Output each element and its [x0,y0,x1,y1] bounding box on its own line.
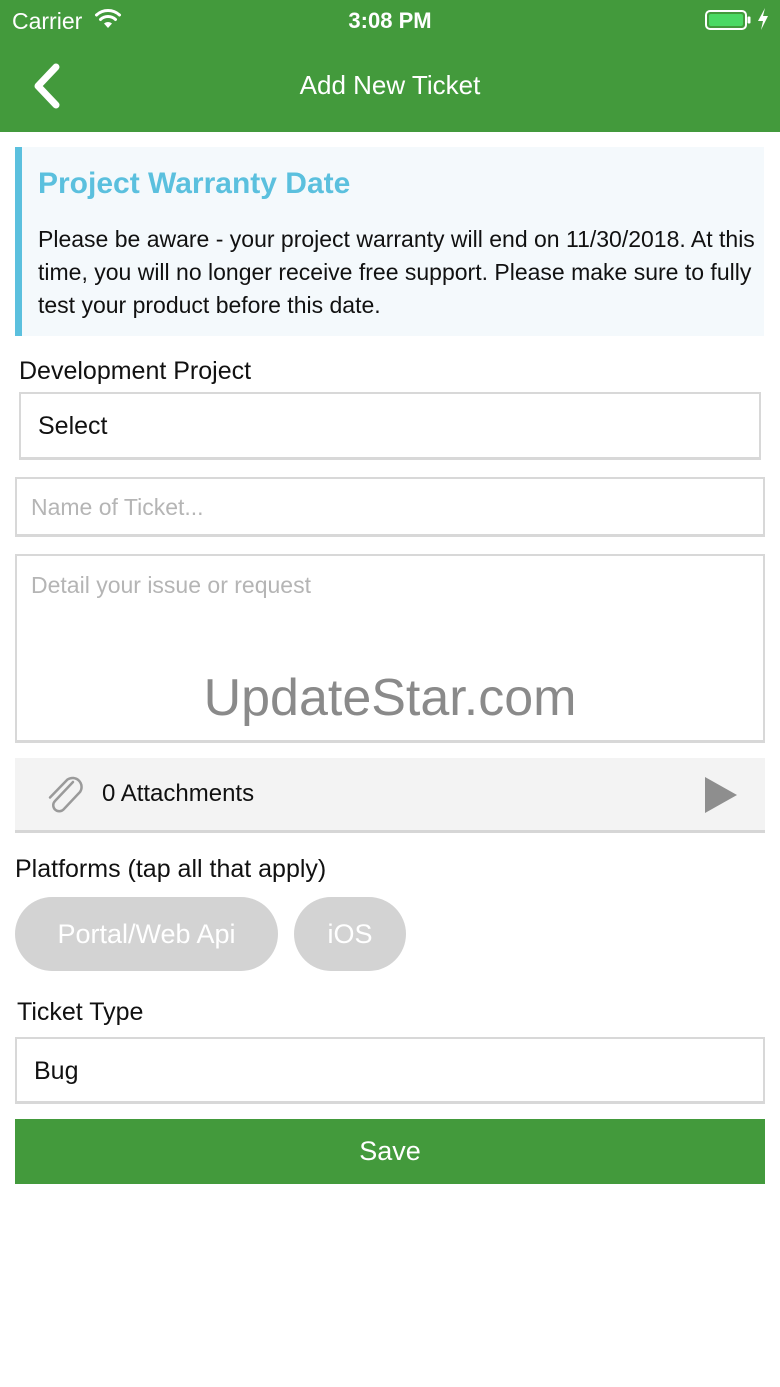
battery-icon [705,10,751,30]
ticket-type-value: Bug [34,1057,79,1085]
notice-title: Project Warranty Date [38,167,351,200]
warranty-notice: Project Warranty Date Please be aware - … [15,147,764,336]
development-project-select[interactable]: Select [19,392,761,460]
clock: 3:08 PM [348,8,432,33]
page-title: Add New Ticket [299,70,481,100]
development-project-label: Development Project [19,357,252,385]
development-project-value: Select [38,412,108,440]
nav-bar: Add New Ticket [0,40,780,132]
status-bar: Carrier 3:08 PM [0,0,780,40]
platforms-label: Platforms (tap all that apply) [15,855,327,883]
charging-bolt-icon [758,8,768,30]
ticket-name-field [15,477,765,537]
play-arrow-icon [705,777,737,813]
save-button[interactable]: Save [15,1119,765,1184]
paperclip-icon [48,776,83,813]
attachments-row[interactable]: 0 Attachments [15,758,765,833]
top-bar: Carrier 3:08 PM Add New Ticket [0,0,780,132]
ticket-type-label: Ticket Type [17,998,144,1026]
notice-body: Please be aware - your project warranty … [38,226,755,318]
details-textarea[interactable] [31,572,749,732]
ticket-name-input[interactable] [31,491,749,523]
platform-pill-ios[interactable]: iOS [294,897,406,971]
details-field [15,554,765,743]
attachments-label: 0 Attachments [102,780,255,807]
ticket-type-select[interactable]: Bug [15,1037,765,1104]
platform-pill-portal-web-api[interactable]: Portal/Web Api [15,897,278,971]
